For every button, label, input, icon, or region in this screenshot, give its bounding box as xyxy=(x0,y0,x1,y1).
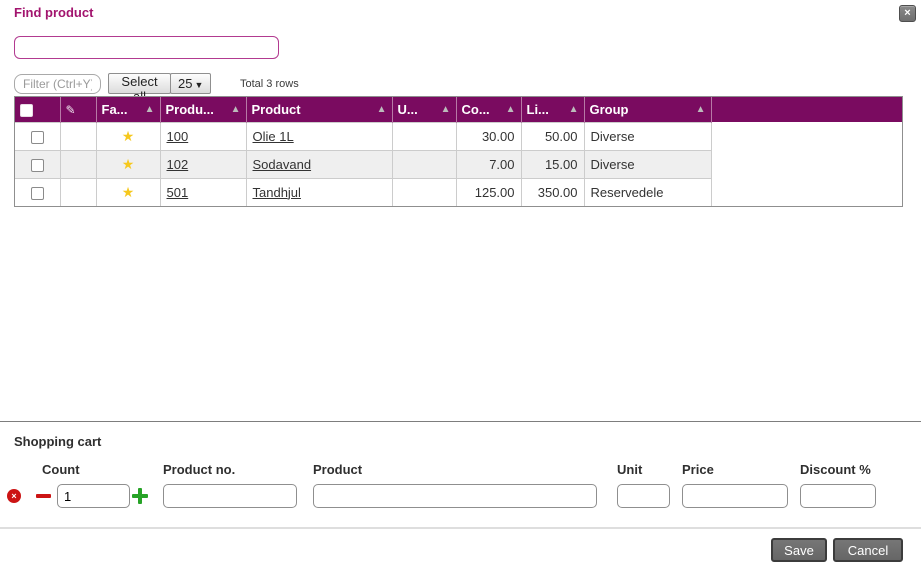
unit-label: Unit xyxy=(617,462,642,477)
table-header-row: ✎ Fa...▲ Produ...▲ Product▲ U...▲ Co...▲… xyxy=(15,97,902,122)
unit-cell xyxy=(392,122,456,150)
table-row: ★ 501 Tandhjul 125.00 350.00 Reservedele xyxy=(15,178,902,206)
sort-asc-icon: ▲ xyxy=(141,104,155,115)
group-cell: Diverse xyxy=(584,150,711,178)
product-name-link[interactable]: Olie 1L xyxy=(253,129,294,144)
column-header-list[interactable]: Li...▲ xyxy=(521,97,584,122)
favorite-star-icon[interactable]: ★ xyxy=(122,156,135,172)
column-header-favorite[interactable]: Fa...▲ xyxy=(96,97,160,122)
cancel-button[interactable]: Cancel xyxy=(833,538,903,562)
select-all-button[interactable]: Select all xyxy=(108,73,171,94)
column-header-unit[interactable]: U...▲ xyxy=(392,97,456,122)
column-header-product-no[interactable]: Produ...▲ xyxy=(160,97,246,122)
increase-count-icon[interactable] xyxy=(132,488,148,504)
select-all-checkbox[interactable] xyxy=(20,104,33,117)
column-header-group[interactable]: Group▲ xyxy=(584,97,711,122)
decrease-count-icon[interactable] xyxy=(36,494,51,498)
product-no-label: Product no. xyxy=(163,462,235,477)
column-header-cost[interactable]: Co...▲ xyxy=(456,97,521,122)
sort-asc-icon: ▲ xyxy=(565,104,579,115)
count-label: Count xyxy=(42,462,80,477)
cart-discount-input[interactable] xyxy=(800,484,876,508)
count-input[interactable] xyxy=(57,484,130,508)
unit-cell xyxy=(392,150,456,178)
page-size-dropdown[interactable]: 25▼ xyxy=(170,73,211,94)
cart-divider xyxy=(0,421,921,422)
cost-cell: 125.00 xyxy=(456,178,521,206)
product-table: ✎ Fa...▲ Produ...▲ Product▲ U...▲ Co...▲… xyxy=(14,96,903,207)
sort-asc-icon: ▲ xyxy=(437,104,451,115)
sort-asc-icon: ▲ xyxy=(502,104,516,115)
favorite-star-icon[interactable]: ★ xyxy=(122,184,135,200)
cost-cell: 7.00 xyxy=(456,150,521,178)
header-edit-cell: ✎ xyxy=(60,97,96,122)
dialog-title: Find product xyxy=(14,5,93,20)
product-name-link[interactable]: Sodavand xyxy=(253,157,312,172)
product-search-input[interactable] xyxy=(14,36,279,59)
save-button[interactable]: Save xyxy=(771,538,827,562)
sort-asc-icon: ▲ xyxy=(692,104,706,115)
list-price-cell: 350.00 xyxy=(521,178,584,206)
favorite-star-icon[interactable]: ★ xyxy=(122,128,135,144)
product-name-link[interactable]: Tandhjul xyxy=(253,185,301,200)
table-row: ★ 102 Sodavand 7.00 15.00 Diverse xyxy=(15,150,902,178)
product-no-link[interactable]: 102 xyxy=(167,157,189,172)
table-row: ★ 100 Olie 1L 30.00 50.00 Diverse xyxy=(15,122,902,150)
cart-product-input[interactable] xyxy=(313,484,597,508)
total-rows-text: Total 3 rows xyxy=(240,78,299,90)
page-size-value: 25 xyxy=(178,76,192,91)
sort-asc-icon: ▲ xyxy=(227,104,241,115)
cart-price-input[interactable] xyxy=(682,484,788,508)
row-checkbox[interactable] xyxy=(31,187,44,200)
cart-product-no-input[interactable] xyxy=(163,484,297,508)
discount-label: Discount % xyxy=(800,462,871,477)
column-header-product[interactable]: Product▲ xyxy=(246,97,392,122)
remove-cart-row-icon[interactable]: × xyxy=(7,489,21,503)
price-label: Price xyxy=(682,462,714,477)
close-icon[interactable]: × xyxy=(899,5,916,22)
group-cell: Reservedele xyxy=(584,178,711,206)
product-label: Product xyxy=(313,462,362,477)
list-price-cell: 15.00 xyxy=(521,150,584,178)
row-checkbox[interactable] xyxy=(31,131,44,144)
header-filler-cell xyxy=(711,97,902,122)
cart-title: Shopping cart xyxy=(14,434,101,449)
find-product-dialog: Find product × Select all 25▼ Total 3 ro… xyxy=(0,0,921,572)
product-no-link[interactable]: 501 xyxy=(167,185,189,200)
sort-asc-icon: ▲ xyxy=(373,104,387,115)
cart-unit-input[interactable] xyxy=(617,484,670,508)
cost-cell: 30.00 xyxy=(456,122,521,150)
product-no-link[interactable]: 100 xyxy=(167,129,189,144)
list-price-cell: 50.00 xyxy=(521,122,584,150)
group-cell: Diverse xyxy=(584,122,711,150)
row-checkbox[interactable] xyxy=(31,159,44,172)
header-select-all-cell xyxy=(15,97,60,122)
unit-cell xyxy=(392,178,456,206)
edit-pencil-icon: ✎ xyxy=(66,103,76,117)
filter-input[interactable] xyxy=(14,74,101,94)
chevron-down-icon: ▼ xyxy=(194,80,203,90)
footer-divider xyxy=(0,527,921,529)
